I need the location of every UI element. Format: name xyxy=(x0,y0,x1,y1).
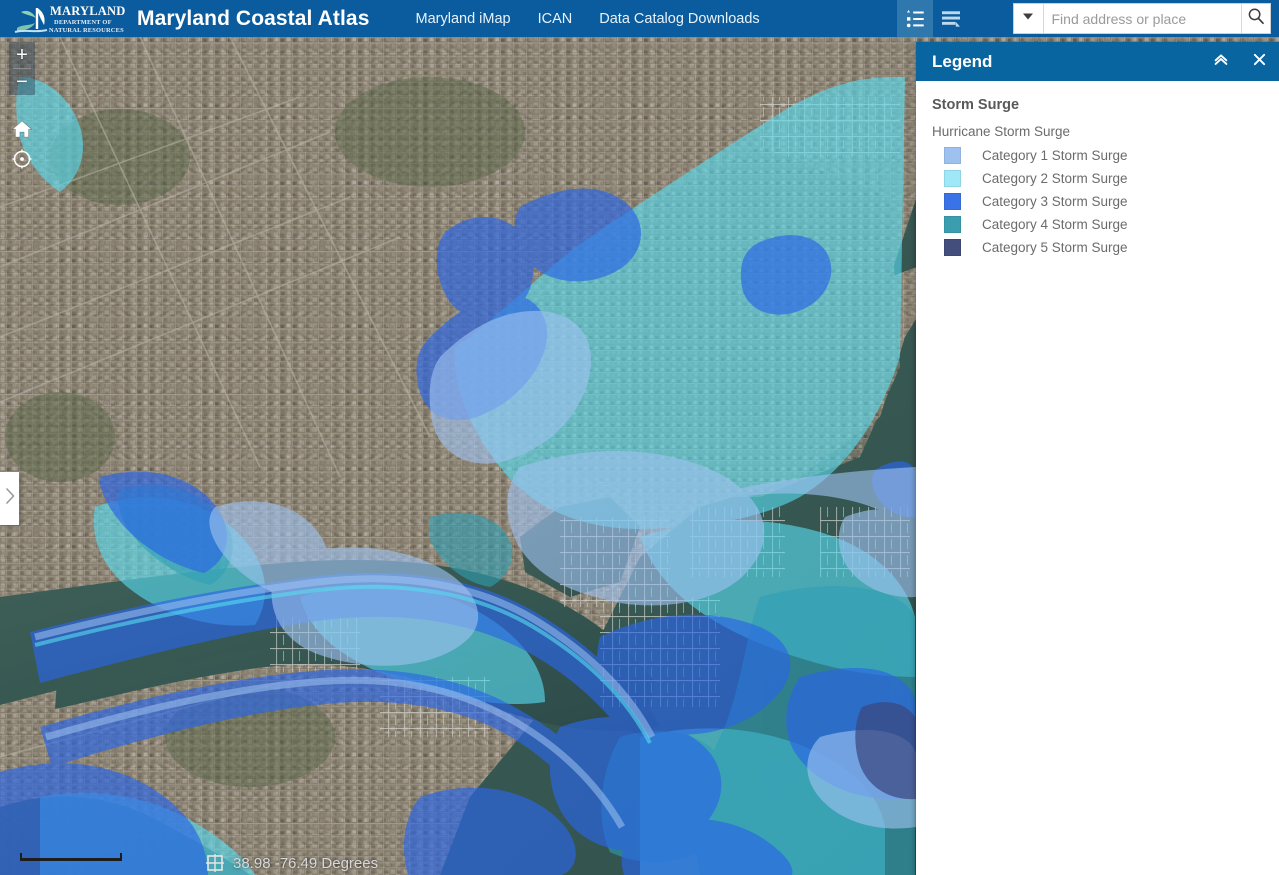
legend-item: Category 1 Storm Surge xyxy=(944,144,1279,167)
layer-list-toggle-button[interactable] xyxy=(933,0,969,37)
search-input[interactable] xyxy=(1044,4,1241,33)
legend-list-icon xyxy=(904,9,926,29)
legend-item-label: Category 1 Storm Surge xyxy=(982,148,1128,163)
legend-collapse-button[interactable] xyxy=(1209,50,1233,74)
header-nav: Maryland iMap ICAN Data Catalog Download… xyxy=(416,11,760,27)
legend-item-label: Category 5 Storm Surge xyxy=(982,240,1128,255)
header-right-group xyxy=(897,0,1279,37)
legend-group-title: Storm Surge xyxy=(932,97,1279,113)
legend-header-buttons xyxy=(1209,42,1271,81)
locate-compass-icon xyxy=(11,148,33,175)
legend-swatch xyxy=(944,193,961,210)
legend-swatch xyxy=(944,147,961,164)
nav-link-data-catalog-downloads[interactable]: Data Catalog Downloads xyxy=(599,11,759,27)
zoom-out-button[interactable]: − xyxy=(9,69,35,95)
nav-link-ican[interactable]: ICAN xyxy=(538,11,573,27)
legend-item: Category 2 Storm Surge xyxy=(944,167,1279,190)
chevron-down-icon xyxy=(1021,9,1035,28)
dnr-logo[interactable]: MARYLAND DEPARTMENT OF NATURAL RESOURCES xyxy=(13,2,125,36)
legend-panel: Legend xyxy=(916,42,1279,875)
legend-swatch xyxy=(944,239,961,256)
legend-panel-header: Legend xyxy=(916,42,1279,81)
search-icon xyxy=(1247,7,1265,30)
search-submit-button[interactable] xyxy=(1241,4,1271,33)
legend-swatch xyxy=(944,216,961,233)
scale-bar-line xyxy=(20,858,122,861)
svg-text:MARYLAND: MARYLAND xyxy=(50,4,125,18)
header-left-group: MARYLAND DEPARTMENT OF NATURAL RESOURCES… xyxy=(0,0,760,37)
layer-list-icon xyxy=(940,9,962,29)
legend-item-label: Category 3 Storm Surge xyxy=(982,194,1128,209)
coastal-atlas-app: MARYLAND DEPARTMENT OF NATURAL RESOURCES… xyxy=(0,0,1279,875)
nav-link-maryland-imap[interactable]: Maryland iMap xyxy=(416,11,511,27)
svg-text:DEPARTMENT OF: DEPARTMENT OF xyxy=(54,19,112,26)
legend-toggle-button[interactable] xyxy=(897,0,933,37)
app-title: Maryland Coastal Atlas xyxy=(137,7,370,31)
search-source-dropdown[interactable] xyxy=(1014,4,1044,33)
legend-swatch xyxy=(944,170,961,187)
coordinate-crosshair-icon[interactable] xyxy=(205,853,225,873)
home-icon xyxy=(11,119,33,144)
legend-panel-title: Legend xyxy=(932,52,992,72)
legend-item-label: Category 4 Storm Surge xyxy=(982,217,1128,232)
close-icon xyxy=(1251,51,1268,73)
svg-text:NATURAL RESOURCES: NATURAL RESOURCES xyxy=(49,27,124,34)
legend-close-button[interactable] xyxy=(1247,50,1271,74)
legend-item-list: Category 1 Storm Surge Category 2 Storm S… xyxy=(944,144,1279,259)
legend-item: Category 3 Storm Surge xyxy=(944,190,1279,213)
legend-item: Category 5 Storm Surge xyxy=(944,236,1279,259)
zoom-controls: + − xyxy=(9,42,35,95)
side-panel-toggle[interactable] xyxy=(0,472,19,525)
legend-layer-name: Hurricane Storm Surge xyxy=(932,124,1279,139)
chevron-right-icon xyxy=(4,487,16,510)
legend-item-label: Category 2 Storm Surge xyxy=(982,171,1128,186)
home-extent-button[interactable] xyxy=(9,117,35,145)
app-header: MARYLAND DEPARTMENT OF NATURAL RESOURCES… xyxy=(0,0,1279,37)
legend-panel-body: Storm Surge Hurricane Storm Surge Catego… xyxy=(916,81,1279,259)
coordinate-readout: 38.98 -76.49 Degrees xyxy=(205,853,378,873)
zoom-in-button[interactable]: + xyxy=(9,42,35,68)
my-location-button[interactable] xyxy=(9,147,35,175)
scale-bar xyxy=(20,858,122,861)
search-box xyxy=(1013,3,1271,34)
legend-item: Category 4 Storm Surge xyxy=(944,213,1279,236)
chevron-double-up-icon xyxy=(1212,50,1230,73)
coordinate-value: 38.98 -76.49 Degrees xyxy=(233,855,378,872)
